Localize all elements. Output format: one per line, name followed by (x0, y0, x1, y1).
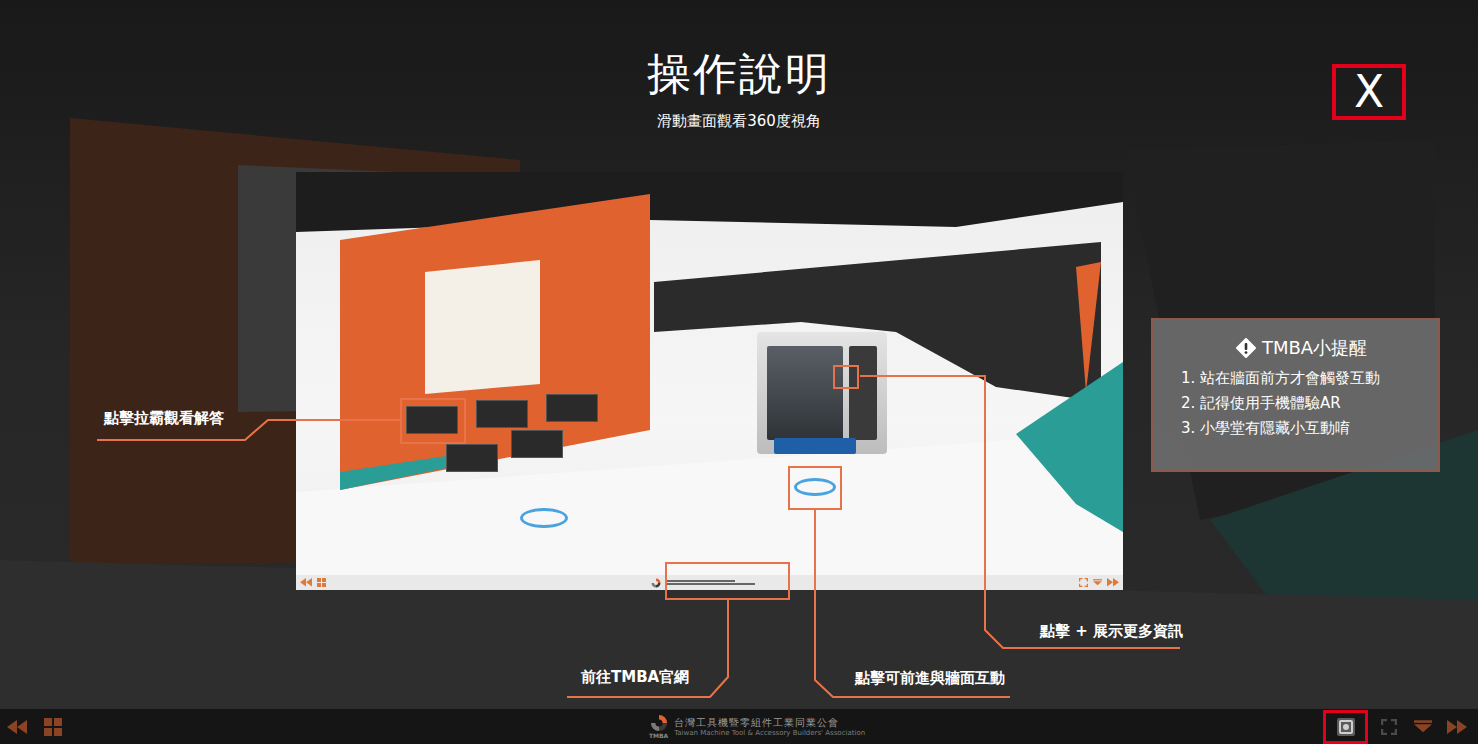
mini-next-icon (1107, 578, 1119, 586)
slider-highlight (400, 398, 466, 444)
header: 操作說明滑動畫面觀看360度視角 X (0, 0, 1478, 140)
tip-item: 1. 站在牆面前方才會觸發互動 (1181, 368, 1422, 389)
tip-item: 2. 記得使用手機體驗AR (1181, 393, 1422, 414)
tip-item: 3. 小學堂有隱藏小互動唷 (1181, 418, 1422, 439)
website-highlight (665, 562, 790, 600)
tmba-logo-icon (650, 714, 668, 732)
mini-prev-icon (300, 578, 312, 586)
slider-callout: 點擊拉霸觀看解答 (104, 408, 224, 428)
org-name: 台灣工具機暨零組件工業同業公會 (674, 716, 865, 729)
subtitle: 滑動畫面觀看360度視角 (657, 111, 821, 131)
mini-grid-icon (317, 578, 326, 587)
tmba-logo-icon (651, 578, 661, 588)
machine-model (757, 332, 887, 454)
tips-panel: TMBA小提醒 1. 站在牆面前方才會觸發互動 2. 記得使用手機體驗AR 3. 小學… (1151, 318, 1440, 472)
mini-down-icon (1093, 579, 1102, 585)
floor-highlight (788, 466, 842, 510)
org-english: Taiwan Machine Tool & Accessory Builders… (674, 729, 865, 738)
fullscreen-button[interactable] (1376, 710, 1402, 744)
previous-button[interactable] (4, 710, 30, 744)
quiz-card (511, 430, 563, 458)
mini-fullscreen-icon (1079, 578, 1088, 587)
floor-ring (520, 508, 568, 528)
info-callout: 點擊 + 展示更多資訊 (1040, 621, 1183, 641)
tips-title: TMBA小提醒 (1181, 336, 1422, 360)
quiz-card (446, 444, 498, 472)
quiz-card (406, 406, 458, 434)
title: 操作說明 (647, 48, 831, 101)
next-button[interactable] (1444, 710, 1470, 744)
guide-stage: 點擊拉霸觀看解答前往TMBA官網 點擊可前進與牆面互動 點擊 + 展示更多資訊 TMB… (0, 140, 1478, 708)
grid-icon (44, 718, 62, 736)
screenshot-icon (1335, 716, 1357, 738)
fullscreen-icon (1381, 719, 1397, 735)
tips-list: 1. 站在牆面前方才會觸發互動 2. 記得使用手機體驗AR 3. 小學堂有隱藏小互動… (1181, 368, 1422, 439)
close-button[interactable]: X (1332, 64, 1406, 120)
bottom-toolbar: TMBA 台灣工具機暨零組件工業同業公會Taiwan Machine Tool &… (0, 708, 1478, 744)
logo-text: TMBA (649, 732, 668, 739)
preview-scene (296, 172, 1123, 590)
previous-icon (7, 720, 27, 734)
forward-callout: 點擊可前進與牆面互動 (855, 668, 1005, 688)
menu-button[interactable] (40, 710, 66, 744)
preview-toolbar (296, 575, 1123, 590)
down-icon (1414, 720, 1432, 733)
operation-guide-overlay: 操作說明滑動畫面觀看360度視角 X 點擊拉霸觀看解答前往TMBA官網 點擊可前進與牆… (0, 0, 1478, 744)
quiz-card (476, 400, 528, 428)
machine-base (774, 438, 856, 454)
alert-icon (1236, 338, 1256, 358)
tmba-logo[interactable]: TMBA 台灣工具機暨零組件工業同業公會Taiwan Machine Tool &… (649, 714, 865, 739)
website-callout: 前往TMBA官網 (581, 667, 689, 687)
screenshot-button[interactable] (1323, 710, 1368, 744)
machine-panel (849, 346, 877, 440)
plus-highlight (833, 365, 859, 389)
collapse-button[interactable] (1410, 710, 1436, 744)
next-icon (1447, 720, 1467, 734)
machine-window (767, 346, 843, 440)
preview-screenshot (296, 172, 1123, 590)
floor-ring (794, 478, 836, 496)
quiz-card (546, 394, 598, 422)
